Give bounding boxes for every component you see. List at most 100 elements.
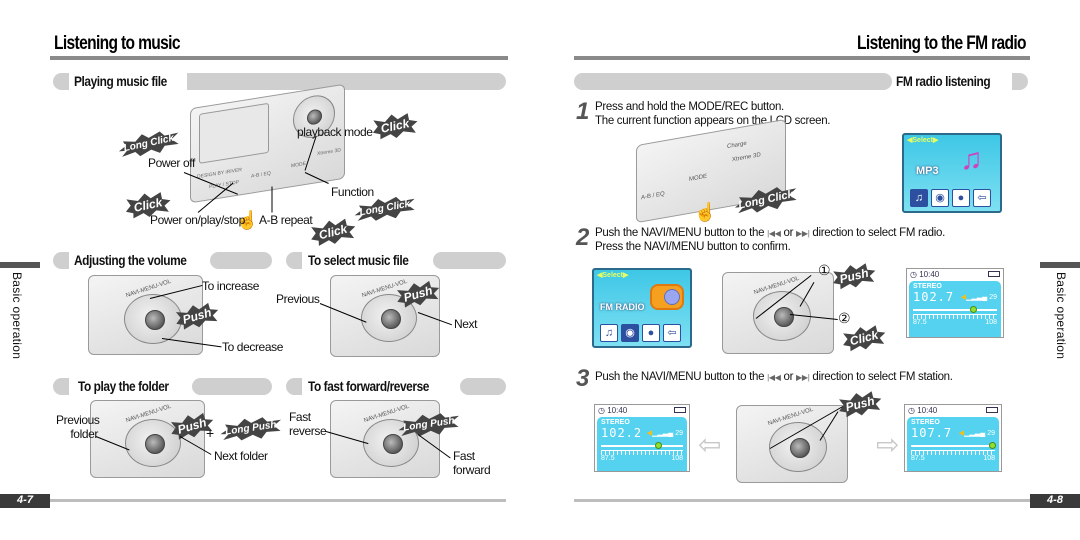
volume-indicator: ◀▁▂▃▄ 29 [646, 430, 683, 437]
tuner-track [911, 442, 997, 450]
lcd-fm-tuner: ◷ 10:40 STEREO 102.7 ◀▁▂▃▄ 29 87.5 108 [906, 268, 1004, 338]
label-previous-folder-2: folder [70, 427, 98, 441]
wheel-center [145, 434, 165, 454]
pointing-hand-icon: ☝ [694, 202, 717, 222]
device-label-ab-eq: A-B / EQ [251, 170, 271, 180]
device-label-charge: Charge [727, 140, 747, 151]
section-bar [574, 73, 892, 90]
lcd-fm-tuner: ◷ 10:40 STEREO 107.7 ◀▁▂▃▄ 29 87.5 108 [904, 404, 1002, 472]
label-fast-forward-2: forward [453, 463, 491, 477]
footer-rule-left [50, 499, 506, 502]
screen-select-label: ◀Select▶ [907, 137, 939, 144]
radio-illustration-icon [650, 284, 684, 310]
label-next-folder: Next folder [214, 449, 268, 463]
battery-icon [988, 271, 1000, 277]
label-fast-reverse-1: Fast [289, 410, 311, 424]
title-rule-left [50, 56, 508, 60]
battery-icon [674, 407, 686, 413]
section-bar [460, 378, 506, 395]
lcd-fm-tuner: ◷ 10:40 STEREO 102.2 ◀▁▂▃▄ 29 87.5 108 [594, 404, 690, 472]
section-heading-ffrev: To fast forward/reverse [304, 378, 455, 395]
label-to-increase: To increase [202, 279, 259, 293]
marker-2: ② [838, 310, 851, 326]
step-number-3: 3 [576, 365, 590, 392]
device-screen [199, 102, 269, 164]
label-playback-mode: playback mode [297, 125, 373, 139]
section-heading-playing: Playing music file [70, 73, 188, 90]
range-min: 87.5 [601, 455, 615, 462]
page-number-left: 4-7 [0, 494, 50, 508]
stereo-label: STEREO [911, 419, 940, 426]
step-number-1: 1 [576, 98, 590, 125]
back-icon: ⇦ [663, 324, 681, 342]
burst-click-ab-repeat: Click [308, 215, 358, 249]
tuner-track [913, 306, 997, 314]
wheel-center [381, 309, 401, 329]
back-icon: ⇦ [973, 189, 991, 207]
screen-mp3-label: MP3 [916, 165, 939, 177]
range-min: 87.5 [913, 319, 927, 326]
label-previous-folder-1: Previous [56, 413, 100, 427]
section-bar [210, 252, 272, 269]
lcd-mp3-menu: ◀Select▶ MP3 ♫ ♫ ◉ ● ⇦ [902, 133, 1002, 213]
range-max: 108 [985, 319, 997, 326]
radio-icon: ◉ [931, 189, 949, 207]
label-fast-reverse-2: reverse [289, 424, 327, 438]
step-2-line-2: Press the NAVI/MENU button to confirm. [595, 241, 791, 253]
status-bar: ◷ 10:40 [595, 405, 689, 417]
stereo-label: STEREO [913, 283, 942, 290]
section-cap [1012, 73, 1028, 90]
burst-click-playback-mode: Click [370, 109, 420, 142]
tuner-body: STEREO 107.7 ◀▁▂▃▄ 29 87.5 108 [907, 417, 999, 471]
marker-1: ① [818, 262, 831, 278]
side-tab-text-left: Basic operation [10, 272, 24, 360]
device-label-mode: MODE [291, 160, 306, 170]
burst-push-step2: Push [830, 259, 878, 293]
device-label-design: DESIGN BY iRIVER [197, 167, 242, 181]
side-tab-marker-left [0, 262, 40, 268]
label-next: Next [454, 317, 478, 331]
label-power-on-play-stop: Power on/play/stop [150, 213, 245, 227]
section-heading-folder: To play the folder [74, 378, 189, 395]
side-tab-text-right: Basic operation [1054, 272, 1068, 360]
tuner-position-marker [655, 442, 663, 449]
speaker-icon: ◀ [646, 430, 653, 437]
prev-track-icon: |◀◀ [767, 229, 781, 238]
status-bar: ◷ 10:40 [905, 405, 1001, 417]
page-title-right: Listening to the FM radio [857, 33, 1026, 54]
label-function: Function [331, 185, 374, 199]
wheel-center [790, 438, 810, 458]
battery-icon [986, 407, 998, 413]
label-previous: Previous [276, 292, 320, 306]
footer-rule-right [574, 499, 1030, 502]
label-power-off: Power off [148, 156, 195, 170]
label-to-decrease: To decrease [222, 340, 283, 354]
volume-indicator: ◀▁▂▃▄ 29 [960, 294, 997, 301]
device-label-mode: MODE [689, 173, 707, 183]
voice-icon: ● [642, 324, 660, 342]
frequency-readout: 102.7 [913, 290, 955, 304]
device-label-xtreme: Xtreme 3D [317, 147, 341, 158]
volume-indicator: ◀▁▂▃▄ 29 [958, 430, 995, 437]
tuner-position-marker [970, 306, 978, 313]
music-icon: ♫ [600, 324, 618, 342]
menu-icons-row: ♫ ◉ ● ⇦ [600, 324, 681, 342]
label-plus: + [206, 425, 214, 441]
step-2-line-1: Push the NAVI/MENU button to the |◀◀ or … [595, 227, 945, 239]
tuner-track [601, 442, 683, 450]
menu-icons-row: ♫ ◉ ● ⇦ [910, 189, 991, 207]
burst-long-push-folder: Long Push [219, 414, 283, 444]
section-heading-select-file: To select music file [304, 252, 431, 269]
step-1-line-1: Press and hold the MODE/REC button. [595, 101, 784, 113]
section-cap [286, 252, 302, 269]
tuner-body: STEREO 102.7 ◀▁▂▃▄ 29 87.5 108 [909, 281, 1001, 337]
music-icon: ♫ [910, 189, 928, 207]
screen-fm-radio-label: FM RADIO [600, 302, 645, 312]
next-track-icon: ▶▶| [796, 373, 810, 382]
section-bar [433, 252, 506, 269]
clock: ◷ 10:40 [598, 406, 628, 415]
next-track-icon: ▶▶| [796, 229, 810, 238]
leader-line [271, 186, 273, 213]
frequency-readout: 102.2 [601, 426, 643, 440]
navi-wheel-illustration-step3: NAVI-MENU-VOL [736, 405, 848, 483]
